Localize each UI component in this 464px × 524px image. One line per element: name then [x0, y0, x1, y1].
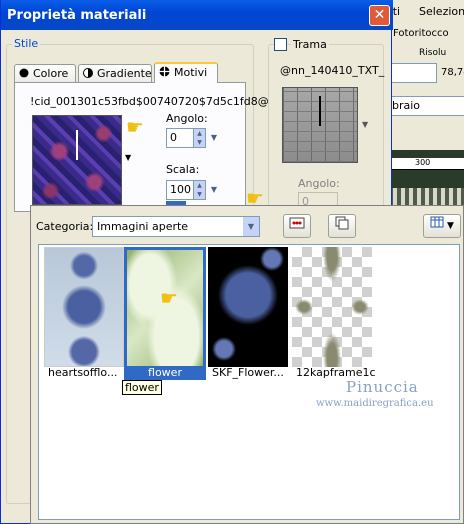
- title-bar[interactable]: Proprietà materiali ✕: [1, 0, 393, 30]
- pointing-hand-icon: ☛: [160, 286, 178, 310]
- ruler-mark: 300: [415, 158, 431, 167]
- texture-checkbox-label[interactable]: Trama: [291, 38, 329, 51]
- resolution-label: Risolu: [419, 48, 447, 58]
- chevron-down-icon: ▼: [446, 221, 454, 231]
- grid-view-icon: [430, 216, 444, 231]
- background-strip: [385, 188, 464, 206]
- scale-value: 100: [170, 183, 191, 196]
- ruler: 300: [389, 158, 464, 170]
- pattern-name: !cid_001301c53fbd$00740720$7d5c1fd8@: [30, 95, 269, 108]
- category-label: Categoria:: [36, 220, 94, 233]
- style-group-label: Stile: [12, 37, 41, 50]
- thumbnail-label: heartsofflo...: [48, 366, 118, 379]
- pointing-hand-icon: ☛: [126, 115, 144, 139]
- scale-label: Scala:: [166, 163, 200, 176]
- resolution-value: 78,74: [441, 67, 464, 78]
- fotoritocco-label[interactable]: Fotoritocco: [393, 28, 449, 39]
- tab-gradiente[interactable]: Gradiente: [78, 64, 152, 82]
- watermark-name: Pinuccia: [346, 378, 419, 396]
- copy-icon: [334, 216, 350, 234]
- circle-icon: [19, 68, 29, 81]
- tab-motivi-label: Motivi: [174, 66, 208, 79]
- pattern-icon: [159, 66, 170, 80]
- options-button[interactable]: [283, 214, 311, 238]
- scale-input[interactable]: 100 ▲ ▼: [166, 180, 206, 200]
- background-app: sti Selezione Fotoritocco Risolu 78,74 b…: [384, 0, 464, 210]
- background-combo[interactable]: [387, 63, 437, 83]
- angle-spin-buttons[interactable]: ▲ ▼: [193, 129, 205, 147]
- close-button[interactable]: ✕: [369, 5, 390, 26]
- watermark-url: www.maidiregrafica.eu: [316, 398, 434, 409]
- angle-dropdown-icon[interactable]: ▼: [208, 129, 220, 147]
- angle-label: Angolo:: [166, 112, 208, 125]
- texture-dropdown-arrow[interactable]: ▼: [362, 120, 368, 129]
- chevron-down-icon[interactable]: ▼: [243, 217, 259, 236]
- background-combo-2[interactable]: braio: [385, 96, 464, 116]
- thumbnail-skf-flower[interactable]: [208, 247, 288, 367]
- category-select[interactable]: Immagini aperte ▼: [92, 216, 260, 237]
- angle-value: 0: [170, 131, 177, 144]
- swatch-dropdown-arrow[interactable]: ▼: [125, 153, 131, 162]
- frame-decoration: [292, 247, 372, 367]
- copy-button[interactable]: [328, 214, 356, 238]
- dialog-title: Proprietà materiali: [7, 8, 147, 23]
- background-toolbar: Fotoritocco: [385, 24, 464, 44]
- texture-angle-label: Angolo:: [298, 177, 340, 190]
- pattern-swatch[interactable]: [32, 115, 122, 205]
- tooltip: flower: [122, 380, 162, 395]
- tab-colore[interactable]: Colore: [14, 64, 76, 82]
- background-combo-value: braio: [392, 99, 421, 112]
- background-menubar: sti Selezione: [385, 0, 464, 22]
- options-icon: [289, 217, 305, 233]
- texture-checkbox[interactable]: [274, 38, 287, 51]
- thumbnail-heartsofflowers[interactable]: [44, 247, 124, 367]
- tab-motivi[interactable]: Motivi: [154, 62, 218, 83]
- pointing-hand-icon: ☛: [246, 186, 264, 210]
- angle-input[interactable]: 0 ▲ ▼: [166, 128, 206, 148]
- thumbnail-label-selected: flower: [124, 366, 206, 380]
- scale-dropdown-icon[interactable]: ▼: [208, 181, 220, 199]
- scale-spin-buttons[interactable]: ▲ ▼: [193, 181, 205, 199]
- tab-gradiente-label: Gradiente: [97, 67, 152, 80]
- category-value: Immagini aperte: [97, 220, 189, 233]
- menu-item-selezione[interactable]: Selezione: [419, 5, 464, 18]
- gradient-icon: [83, 68, 93, 81]
- texture-center-marker: [319, 96, 321, 126]
- tab-colore-label: Colore: [33, 67, 69, 80]
- texture-name: @nn_140410_TXT_: [280, 64, 385, 77]
- thumbnail-label: SKF_Flower...: [212, 366, 284, 379]
- swatch-center-marker: [76, 130, 78, 160]
- view-mode-button[interactable]: ▼: [423, 214, 461, 238]
